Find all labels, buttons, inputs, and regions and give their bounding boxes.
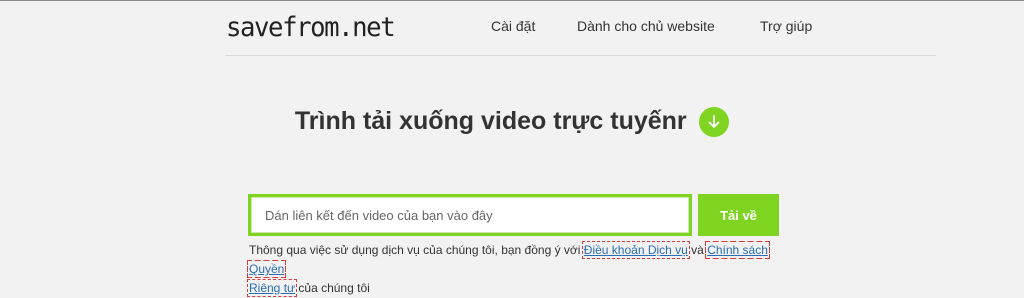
download-button[interactable]: Tải về [698, 194, 779, 236]
header: savefrom.net Cài đặt Dành cho chủ websit… [226, 0, 936, 56]
site-logo[interactable]: savefrom.net [226, 12, 396, 43]
hero: Trình tải xuống video trực tuyếnr [0, 106, 1024, 137]
arrow-down-circle-icon [699, 107, 730, 137]
search-box [248, 194, 692, 236]
nav-settings[interactable]: Cài đặt [491, 18, 535, 34]
privacy-policy-link-part2[interactable]: Riêng tư [246, 279, 298, 297]
terms-text-after: của chúng tôi [295, 281, 370, 295]
video-url-input[interactable] [251, 197, 689, 233]
nav-webmasters[interactable]: Dành cho chủ website [577, 18, 715, 34]
terms-of-service-link[interactable]: Điều khoản Dịch vụ [581, 241, 690, 259]
terms-notice: Thông qua việc sử dụng dịch vụ của chúng… [246, 241, 785, 298]
nav-help[interactable]: Trợ giúp [760, 18, 812, 34]
terms-text-before: Thông qua việc sử dụng dịch vụ của chúng… [249, 243, 584, 257]
terms-text-and: và [687, 243, 708, 257]
page-title: Trình tải xuống video trực tuyếnr [294, 106, 687, 135]
